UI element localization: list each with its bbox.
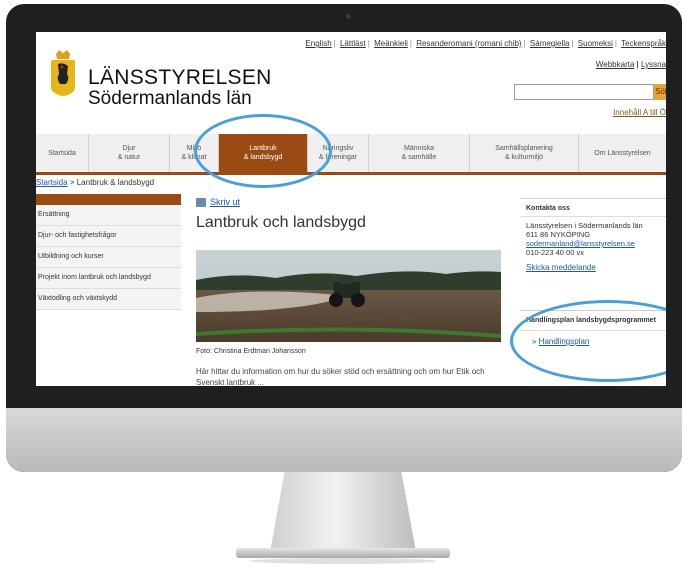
breadcrumb-separator: > — [69, 178, 75, 187]
sidebar-item-projekt[interactable]: Projekt inom lantbruk och landsbygd — [36, 268, 181, 289]
lang-link-meankieli[interactable]: Meänkieli — [374, 39, 408, 48]
print-link[interactable]: Skriv ut — [210, 197, 240, 207]
breadcrumb-current: Lantbruk & landsbygd — [76, 178, 155, 187]
contact-email-link[interactable]: sodermanland@lansstyrelsen.se — [520, 239, 666, 248]
lang-link-lattlast[interactable]: Lättläst — [340, 39, 366, 48]
lang-link-romani[interactable]: Resanderomani (romani chib) — [416, 39, 521, 48]
monitor-base — [236, 548, 450, 558]
tab-label-line2: & samhälle — [401, 154, 437, 161]
section-sidebar: Ersättning Djur- och fastighetsfrågor Ut… — [36, 194, 181, 310]
tab-label-line2: & kulturmiljö — [504, 154, 544, 161]
sidebar-item-vaxtodling[interactable]: Växtodling och växtskydd — [36, 289, 181, 310]
send-message-link[interactable]: Skicka meddelande — [520, 257, 666, 272]
highlight-ellipse-lantbruk — [194, 114, 332, 188]
utility-links: Webbkarta | Lyssna — [595, 60, 666, 69]
search-button[interactable]: Sök — [654, 84, 666, 100]
tab-startsida[interactable]: Startsida — [36, 134, 89, 172]
camera-icon — [346, 14, 351, 19]
print-icon[interactable] — [196, 198, 206, 207]
tab-djur-natur[interactable]: Djur & natur — [89, 134, 170, 172]
intro-text: Här hittar du information om hur du söke… — [196, 367, 485, 386]
tab-om-lansstyrelsen[interactable]: Om Länsstyrelsen — [579, 134, 666, 172]
sidebar-item-djur-fastighet[interactable]: Djur- och fastighetsfrågor — [36, 226, 181, 247]
sidebar-item-utbildning[interactable]: Utbildning och kurser — [36, 247, 181, 268]
tab-manniska-samhalle[interactable]: Människa & samhälle — [369, 134, 470, 172]
language-links: English | Lättläst | Meänkieli | Resanderom… — [305, 39, 666, 48]
search-input[interactable] — [514, 84, 654, 100]
nav-divider — [36, 172, 666, 175]
browser-screen: English | Lättläst | Meänkieli | Resanderom… — [36, 32, 666, 386]
tab-label-line2: & natur — [117, 154, 141, 161]
sitemap-link[interactable]: Webbkarta — [596, 60, 635, 69]
sidebar-header-bar — [36, 194, 181, 205]
tab-label-line1: Samhällsplanering — [495, 145, 553, 152]
lang-link-samegiella[interactable]: Sámegiella — [530, 39, 570, 48]
tab-label-line2: Startsida — [48, 149, 76, 157]
photo-caption: Foto: Christina Erdtman Johansson — [196, 348, 306, 355]
brand-subtitle: Södermanlands län — [88, 88, 252, 109]
stand-shadow — [250, 558, 436, 564]
tab-label-line1: Djur — [122, 145, 136, 152]
tab-samhallsplanering-kulturmiljo[interactable]: Samhällsplanering & kulturmiljö — [470, 134, 579, 172]
contents-a-z-link[interactable]: Innehåll A till Ö — [613, 108, 666, 117]
lang-link-teckensprak[interactable]: Teckenspråk — [621, 39, 666, 48]
tab-label-line1: Människa — [404, 145, 434, 152]
contact-box: Kontakta oss Länsstyrelsen i Södermanlan… — [520, 198, 666, 279]
sidebar-item-ersattning[interactable]: Ersättning — [36, 205, 181, 226]
contact-org: Länsstyrelsen i Södermanlands län — [526, 221, 643, 230]
contact-address: 611 86 NYKÖPING — [526, 230, 591, 239]
page-title: Lantbruk och landsbygd — [196, 214, 366, 231]
contact-phone: 010-223 40 00 vx — [526, 248, 584, 257]
coat-of-arms-logo[interactable] — [48, 50, 78, 104]
breadcrumb-home-link[interactable]: Startsida — [36, 178, 68, 187]
brand-title: LÄNSSTYRELSEN — [88, 66, 272, 89]
main-navigation: Startsida Djur & natur Miljö & klimat La… — [36, 134, 666, 172]
tab-label-line2: Om Länsstyrelsen — [594, 149, 651, 157]
lang-link-suomeksi[interactable]: Suomeksi — [578, 39, 613, 48]
breadcrumb: Startsida > Lantbruk & landsbygd — [36, 178, 154, 187]
lang-link-english[interactable]: English — [305, 39, 331, 48]
monitor-stand — [270, 472, 416, 552]
listen-link[interactable]: Lyssna — [641, 60, 666, 69]
contact-heading: Kontakta oss — [520, 199, 666, 217]
tractor-field-photo — [196, 250, 501, 342]
monitor-chin — [6, 408, 682, 472]
